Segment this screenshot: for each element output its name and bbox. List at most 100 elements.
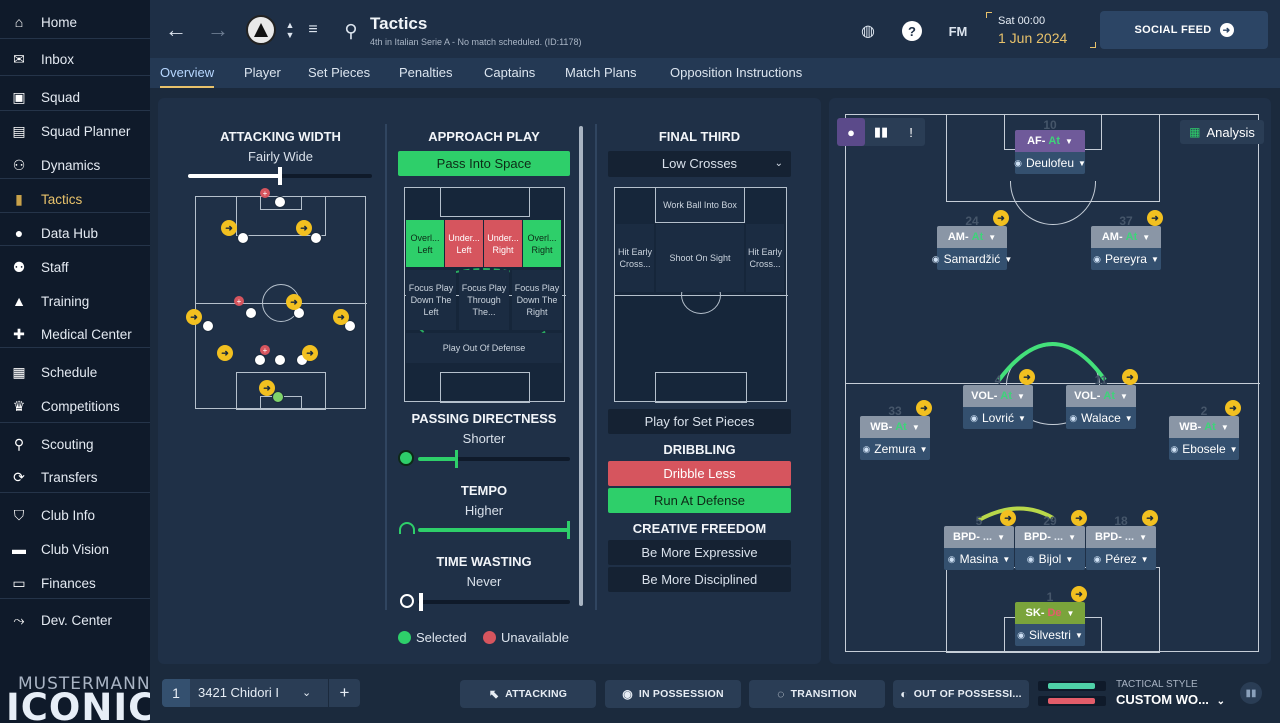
search-icon[interactable]: ⚲ (340, 20, 362, 42)
sidebar-item-competitions[interactable]: ♛ Competitions (0, 391, 150, 421)
sidebar-item-schedule[interactable]: ▦ Schedule (0, 357, 150, 387)
player-card-am-r[interactable]: 37 AM - At ▼ ◉ Pereyra ▼ ➜ (1091, 210, 1163, 271)
zone-shoot-on-sight[interactable]: Shoot On Sight (656, 224, 744, 292)
tab-set-pieces[interactable]: Set Pieces (308, 58, 370, 88)
player-card-vol-r[interactable]: 11 VOL - At ▼ ◉ Walace ▼ ➜ (1066, 369, 1138, 430)
dribble-less-button[interactable]: Dribble Less (608, 461, 791, 486)
player-name-button[interactable]: ◉ Bijol ▼ (1015, 548, 1085, 570)
crossing-dropdown[interactable]: Low Crosses ⌄ (608, 151, 791, 177)
player-card-bpd-c[interactable]: 29 BPD -... ▼ ◉ Bijol ▼ ➜ (1015, 510, 1087, 571)
zone-hit-early-cross-left[interactable]: Hit Early Cross... (616, 224, 654, 292)
tactical-style-value[interactable]: CUSTOM WO... ⌄ (1116, 692, 1236, 707)
player-card-bpd-l[interactable]: 5 BPD -... ▼ ◉ Masina ▼ ➜ (944, 510, 1016, 571)
be-more-expressive-button[interactable]: Be More Expressive (608, 540, 791, 565)
sidebar-item-data-hub[interactable]: ● Data Hub (0, 218, 150, 248)
player-role[interactable]: BPD -... ▼ (1086, 526, 1156, 548)
sidebar-item-dev-center[interactable]: ⤳ Dev. Center (0, 605, 150, 635)
player-role[interactable]: BPD -... ▼ (1015, 526, 1085, 548)
player-name-button[interactable]: ◉ Pérez ▼ (1086, 548, 1156, 570)
time-wasting-slider[interactable] (418, 600, 570, 604)
player-name-button[interactable]: ◉ Silvestri ▼ (1015, 624, 1085, 646)
player-name-button[interactable]: ◉ Lovrić ▼ (963, 407, 1033, 429)
player-role[interactable]: VOL - At ▼ (963, 385, 1033, 407)
player-card-sk[interactable]: 1 SK - De ▼ ◉ Silvestri ▼ ➜ (1015, 586, 1087, 647)
tactical-style-chart-icon[interactable]: ▮▮ (1240, 682, 1262, 704)
help-icon[interactable]: ? (902, 21, 922, 41)
player-card-vol-l[interactable]: 4 VOL - At ▼ ◉ Lovrić ▼ ➜ (963, 369, 1035, 430)
add-tactic-button[interactable]: + (328, 679, 360, 707)
zone-focus-through[interactable]: Focus Play Through The... (459, 270, 509, 330)
pass-into-space-button[interactable]: Pass Into Space (398, 151, 570, 176)
tab-penalties[interactable]: Penalties (399, 58, 452, 88)
player-name-button[interactable]: ◉ Walace ▼ (1066, 407, 1136, 429)
back-arrow-icon[interactable]: ← (164, 17, 188, 42)
zone-overlap-left[interactable]: Overl... Left (406, 220, 444, 267)
player-card-bpd-r[interactable]: 18 BPD -... ▼ ◉ Pérez ▼ ➜ (1086, 510, 1158, 571)
game-date[interactable]: Sat 00:00 1 Jun 2024 (986, 12, 1096, 48)
zone-hit-early-cross-right[interactable]: Hit Early Cross... (746, 224, 784, 292)
player-role[interactable]: SK - De ▼ (1015, 602, 1085, 624)
zone-work-ball-into-box[interactable]: Work Ball Into Box (655, 187, 745, 223)
player-role[interactable]: VOL - At ▼ (1066, 385, 1136, 407)
menu-icon[interactable]: ≡ (306, 20, 320, 40)
sidebar-item-tactics[interactable]: ▮ Tactics (0, 184, 150, 214)
sidebar-item-inbox[interactable]: ✉ Inbox (0, 44, 150, 74)
player-card-wb-l[interactable]: 33 WB - At ▼ ◉ Zemura ▼ ➜ (860, 400, 932, 461)
sidebar-item-scouting[interactable]: ⚲ Scouting (0, 429, 150, 459)
social-feed-button[interactable]: SOCIAL FEED ➜ (1100, 11, 1268, 49)
player-name-button[interactable]: ◉ Samardžić ▼ (932, 248, 1012, 270)
player-card-wb-r[interactable]: 2 WB - At ▼ ◉ Ebosele ▼ ➜ (1169, 400, 1241, 461)
tab-match-plans[interactable]: Match Plans (565, 58, 637, 88)
attacking-width-handle[interactable] (278, 167, 282, 185)
sidebar-item-club-vision[interactable]: ▬ Club Vision (0, 534, 150, 564)
scrollbar[interactable] (579, 126, 583, 606)
passing-directness-handle[interactable] (455, 450, 458, 468)
tactic-selector[interactable]: 1 3421 Chidori I ⌄ + (162, 679, 360, 707)
be-more-disciplined-button[interactable]: Be More Disciplined (608, 567, 791, 592)
tab-player[interactable]: Player (244, 58, 281, 88)
zone-focus-left[interactable]: Focus Play Down The Left (406, 270, 456, 330)
play-for-set-pieces-button[interactable]: Play for Set Pieces (608, 409, 791, 434)
player-card-am-l[interactable]: 24 AM - At ▼ ◉ Samardžić ▼ ➜ (932, 210, 1012, 271)
player-role[interactable]: AF - At ▼ (1015, 130, 1085, 152)
sidebar-item-dynamics[interactable]: ⚇ Dynamics (0, 150, 150, 180)
sidebar-item-staff[interactable]: ⚉ Staff (0, 252, 150, 282)
zone-underlap-left[interactable]: Under... Left (445, 220, 483, 267)
player-name-button[interactable]: ◉ Ebosele ▼ (1169, 438, 1239, 460)
sidebar-item-training[interactable]: ▲ Training (0, 286, 150, 316)
sidebar-item-club-info[interactable]: ⛉ Club Info (0, 500, 150, 530)
sidebar-item-squad-planner[interactable]: ▤ Squad Planner (0, 116, 150, 146)
sidebar-item-squad[interactable]: ▣ Squad (0, 82, 150, 112)
globe-icon[interactable]: ◍ (858, 21, 878, 41)
player-role[interactable]: WB - At ▼ (860, 416, 930, 438)
player-role[interactable]: AM - At ▼ (937, 226, 1007, 248)
forward-arrow-icon[interactable]: → (206, 17, 230, 42)
player-name-button[interactable]: ◉ Deulofeu ▼ (1014, 152, 1086, 174)
player-name-button[interactable]: ◉ Masina ▼ (944, 548, 1014, 570)
sidebar-item-transfers[interactable]: ⟳ Transfers (0, 462, 150, 492)
tab-opposition-instructions[interactable]: Opposition Instructions (670, 58, 802, 88)
player-role[interactable]: AM - At ▼ (1091, 226, 1161, 248)
in-possession-button[interactable]: ◉ IN POSSESSION (605, 680, 741, 708)
zone-play-out-of-defense[interactable]: Play Out Of Defense (406, 333, 562, 363)
player-name-button[interactable]: ◉ Pereyra ▼ (1091, 248, 1161, 270)
player-role[interactable]: WB - At ▼ (1169, 416, 1239, 438)
sidebar-item-home[interactable]: ⌂ Home (0, 7, 150, 37)
sidebar-item-finances[interactable]: ▭ Finances (0, 568, 150, 598)
player-card-af[interactable]: 10 AF - At ▼ ◉ Deulofeu ▼ (1014, 118, 1086, 175)
sidebar-item-medical-center[interactable]: ✚ Medical Center (0, 319, 150, 349)
attacking-button[interactable]: ⬉ ATTACKING (460, 680, 596, 708)
transition-button[interactable]: ◌ TRANSITION (749, 680, 885, 708)
fm-logo[interactable]: FM (944, 21, 972, 41)
tab-overview[interactable]: Overview (160, 58, 215, 88)
zone-focus-right[interactable]: Focus Play Down The Right (512, 270, 562, 330)
run-at-defense-button[interactable]: Run At Defense (608, 488, 791, 513)
zone-underlap-right[interactable]: Under... Right (484, 220, 522, 267)
club-crest-icon[interactable] (246, 15, 276, 45)
out-of-possession-button[interactable]: ◐ OUT OF POSSESSI... (893, 680, 1029, 708)
player-name-button[interactable]: ◉ Zemura ▼ (860, 438, 930, 460)
club-switch-chevrons-icon[interactable]: ▲ ▼ (283, 18, 297, 42)
tab-captains[interactable]: Captains (484, 58, 535, 88)
zone-overlap-right[interactable]: Overl... Right (523, 220, 561, 267)
player-role[interactable]: BPD -... ▼ (944, 526, 1014, 548)
